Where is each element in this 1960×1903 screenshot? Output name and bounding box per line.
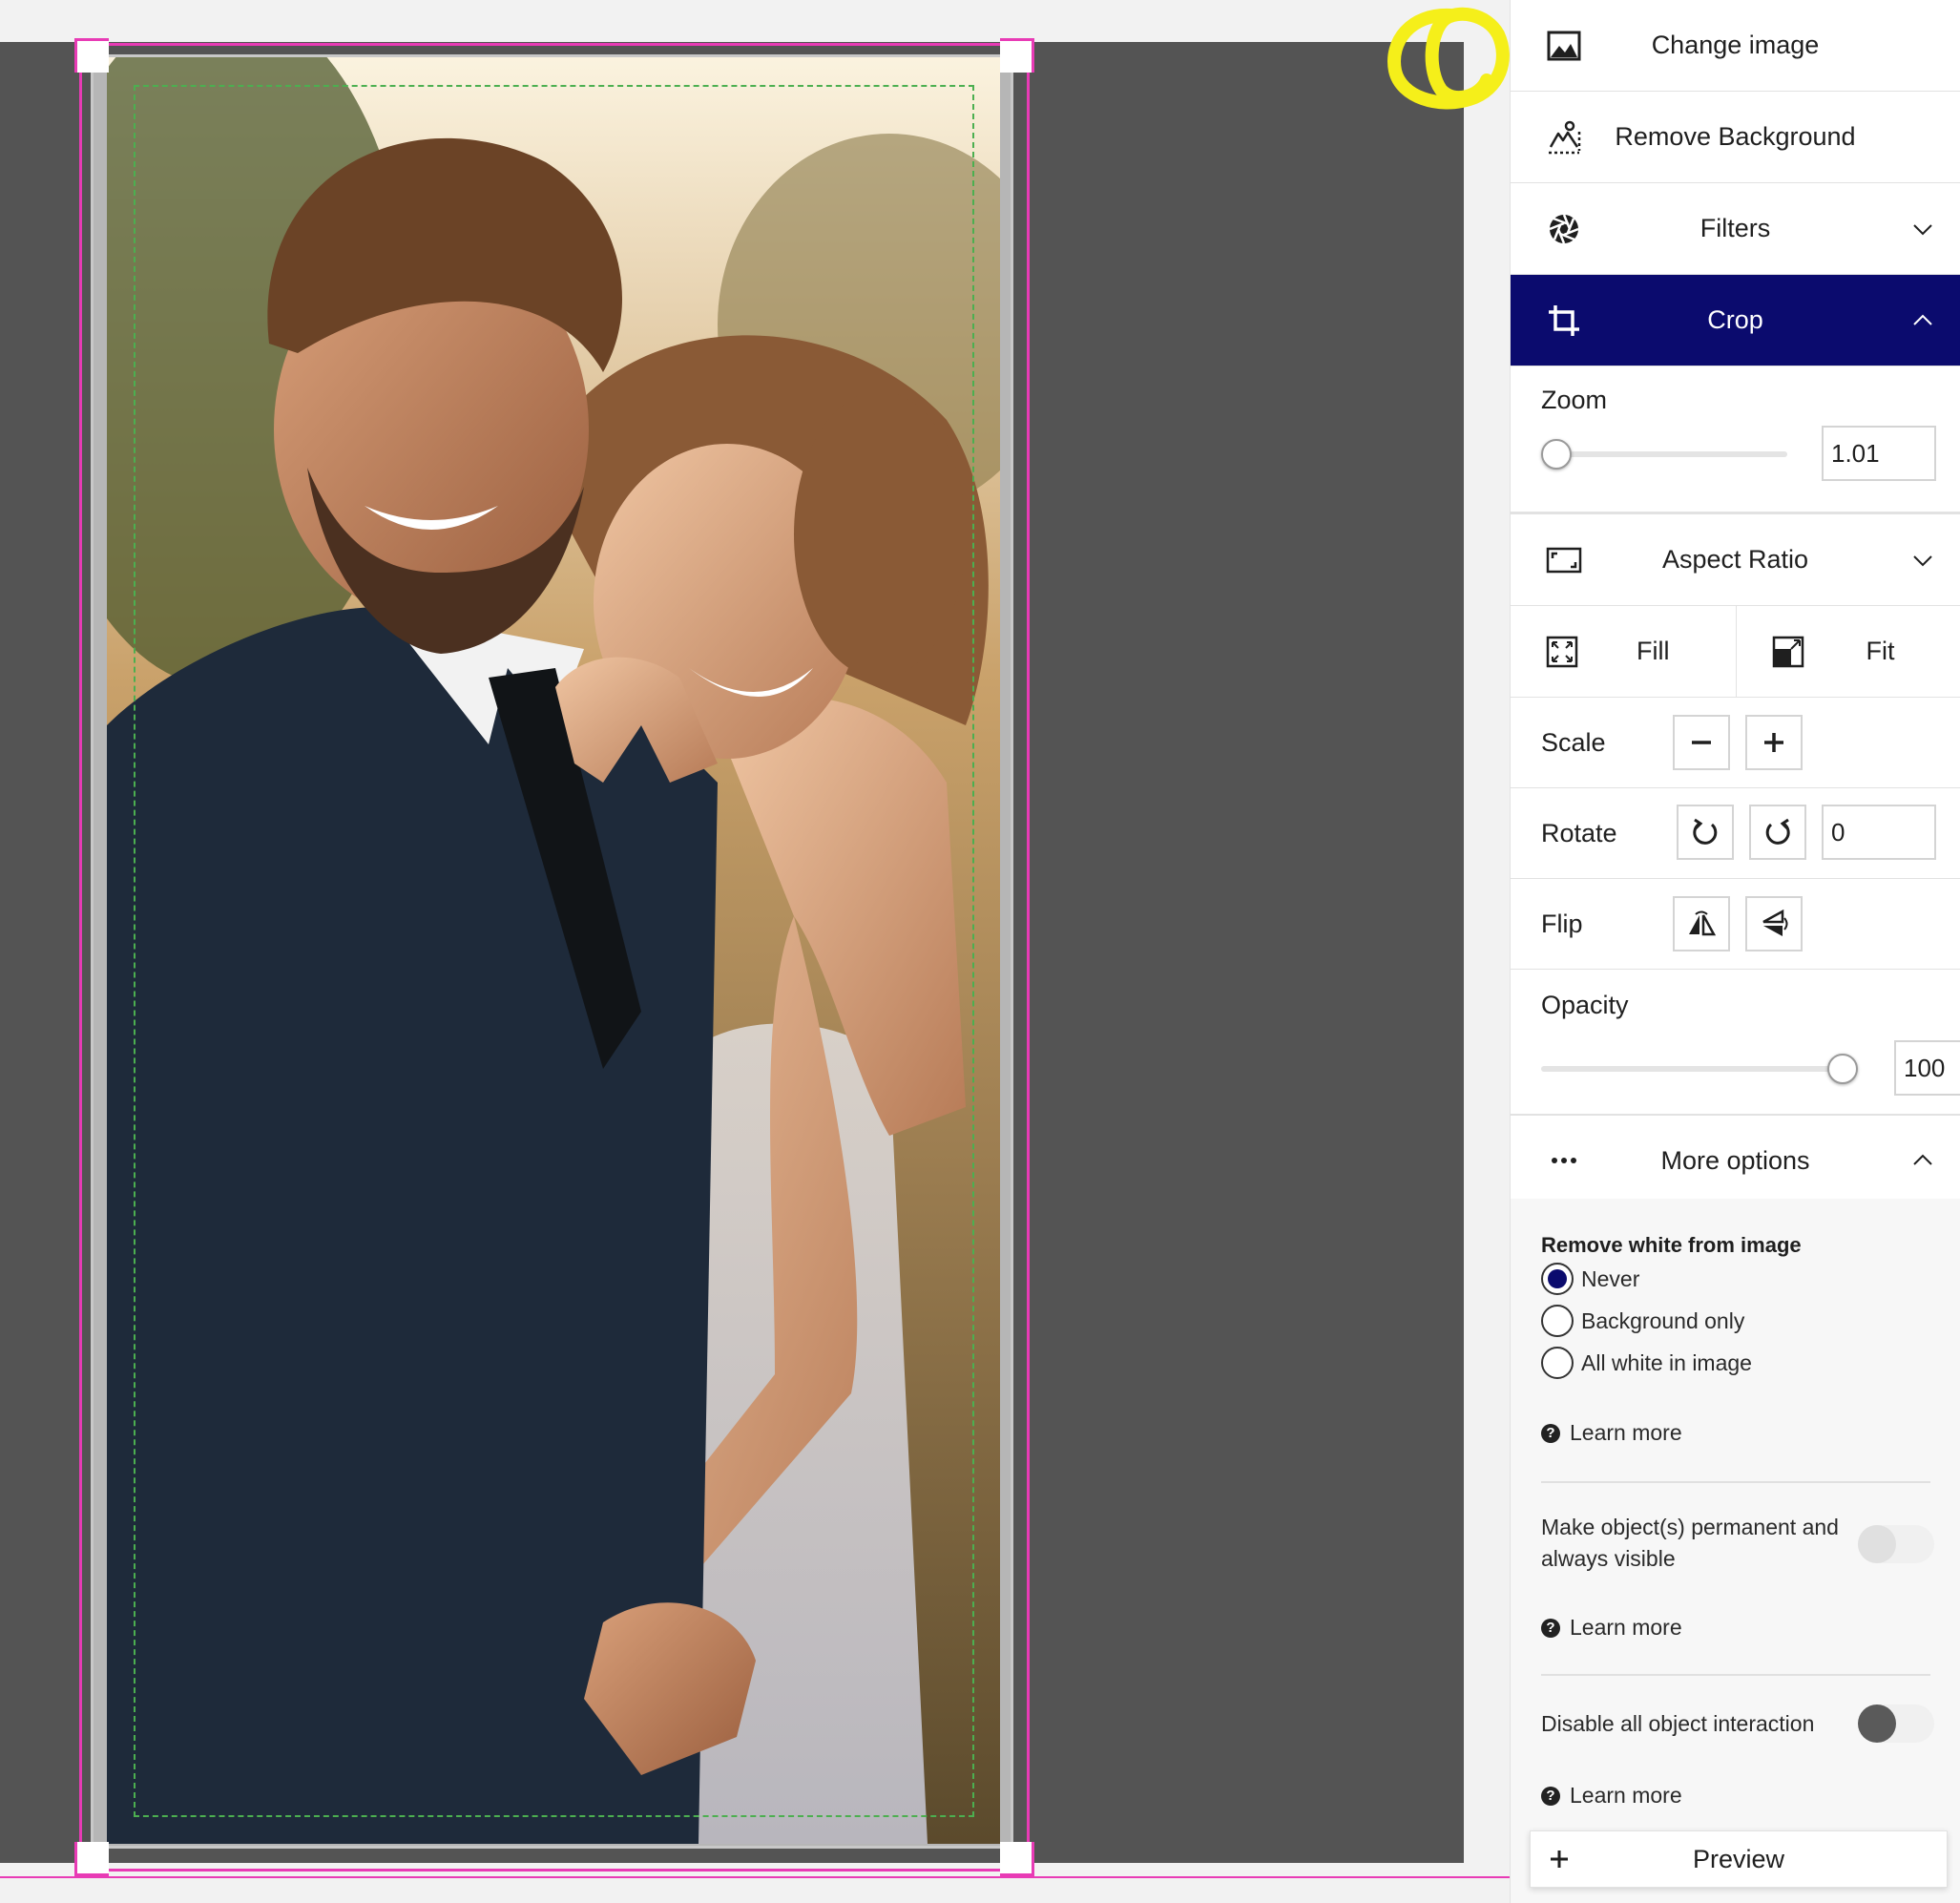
aspect-ratio-icon — [1545, 541, 1583, 579]
fill-label: Fill — [1637, 637, 1670, 665]
scale-down-button[interactable] — [1673, 715, 1730, 770]
resize-handle-bottom-right[interactable] — [1000, 1842, 1034, 1876]
section-divider — [1541, 1481, 1930, 1483]
chevron-up-icon — [1910, 308, 1935, 333]
plus-icon — [1758, 726, 1790, 759]
plus-icon — [1546, 1846, 1573, 1872]
filters-aperture-icon — [1545, 210, 1583, 248]
radio-never-label: Never — [1581, 1265, 1640, 1291]
radio-all-white[interactable]: All white in image — [1541, 1347, 1752, 1379]
disable-interaction-toggle-knob — [1858, 1704, 1896, 1743]
rotate-right-button[interactable] — [1749, 805, 1806, 860]
radio-dot-background-only[interactable] — [1541, 1305, 1574, 1337]
rotate-right-icon — [1762, 816, 1794, 848]
wedding-photo-illustration — [107, 57, 1000, 1844]
canvas-bottom-guide — [0, 1876, 1510, 1878]
flip-control: Flip — [1511, 879, 1960, 970]
radio-dot-never[interactable] — [1541, 1263, 1574, 1295]
resize-handle-top-right[interactable] — [1000, 38, 1034, 73]
fill-button[interactable]: Fill — [1511, 606, 1736, 697]
permanent-option-text: Make object(s) permanent and always visi… — [1541, 1512, 1839, 1575]
section-divider — [1541, 1674, 1930, 1676]
crop-accordion[interactable]: Crop — [1511, 275, 1960, 366]
rotate-label: Rotate — [1541, 818, 1617, 847]
chevron-down-icon — [1910, 548, 1935, 573]
opacity-slider-track[interactable] — [1541, 1066, 1858, 1072]
learn-more-label: Learn more — [1570, 1783, 1682, 1808]
radio-dot-all-white[interactable] — [1541, 1347, 1574, 1379]
crop-icon — [1545, 302, 1583, 340]
remove-white-title: Remove white from image — [1541, 1233, 1802, 1257]
image-settings-panel: Change image Remove Background Filters C… — [1510, 0, 1960, 1903]
learn-more-link-permanent[interactable]: ? Learn more — [1541, 1615, 1682, 1641]
more-dots-icon — [1545, 1141, 1583, 1180]
zoom-slider-track[interactable] — [1541, 451, 1787, 457]
selected-photo[interactable] — [107, 57, 1000, 1844]
scale-control: Scale — [1511, 698, 1960, 788]
resize-handle-top-left[interactable] — [74, 38, 109, 73]
radio-all-white-label: All white in image — [1581, 1349, 1752, 1375]
fill-fit-row: Fill Fit — [1511, 606, 1960, 698]
more-options-content: Remove white from image Never Background… — [1511, 1199, 1960, 1903]
zoom-control: Zoom 1.01 — [1511, 366, 1960, 514]
opacity-label: Opacity — [1541, 991, 1629, 1019]
chevron-up-icon — [1910, 1148, 1935, 1173]
filters-accordion[interactable]: Filters — [1511, 183, 1960, 275]
help-icon: ? — [1541, 1786, 1560, 1806]
disable-interaction-text: Disable all object interaction — [1541, 1711, 1815, 1736]
more-options-accordion[interactable]: More options — [1511, 1115, 1960, 1206]
image-icon — [1545, 27, 1583, 65]
design-canvas[interactable] — [0, 0, 1510, 1903]
zoom-label: Zoom — [1541, 386, 1608, 414]
highlight-annotation-mark — [1387, 7, 1510, 110]
radio-background-only-label: Background only — [1581, 1307, 1745, 1333]
fill-icon — [1545, 635, 1579, 669]
chevron-down-icon — [1910, 217, 1935, 241]
preview-label: Preview — [1692, 1844, 1785, 1873]
rotate-left-icon — [1689, 816, 1721, 848]
help-icon: ? — [1541, 1618, 1560, 1638]
zoom-slider-thumb[interactable] — [1541, 439, 1572, 470]
opacity-control: Opacity 100 — [1511, 970, 1960, 1115]
resize-handle-bottom-left[interactable] — [74, 1842, 109, 1876]
flip-horizontal-icon — [1685, 908, 1718, 940]
flip-label: Flip — [1541, 909, 1583, 938]
change-image-button[interactable]: Change image — [1511, 0, 1960, 92]
scale-up-button[interactable] — [1745, 715, 1803, 770]
disable-interaction-toggle[interactable] — [1858, 1704, 1934, 1743]
flip-vertical-icon — [1758, 908, 1790, 940]
flip-vertical-button[interactable] — [1745, 896, 1803, 952]
minus-icon — [1685, 726, 1718, 759]
preview-button[interactable]: Preview — [1530, 1830, 1948, 1888]
learn-more-label: Learn more — [1570, 1615, 1682, 1640]
permanent-line-1: Make object(s) permanent and — [1541, 1515, 1839, 1539]
aspect-ratio-accordion[interactable]: Aspect Ratio — [1511, 514, 1960, 606]
learn-more-label: Learn more — [1570, 1420, 1682, 1445]
help-icon: ? — [1541, 1423, 1560, 1443]
permanent-line-2: always visible — [1541, 1546, 1676, 1571]
fit-button[interactable]: Fit — [1735, 606, 1960, 697]
radio-never[interactable]: Never — [1541, 1263, 1639, 1295]
zoom-value-input[interactable]: 1.01 — [1822, 426, 1936, 481]
permanent-toggle[interactable] — [1858, 1525, 1934, 1563]
remove-background-button[interactable]: Remove Background — [1511, 92, 1960, 183]
learn-more-link-remove-white[interactable]: ? Learn more — [1541, 1420, 1682, 1446]
rotate-value-input[interactable]: 0 — [1822, 805, 1936, 860]
scale-label: Scale — [1541, 727, 1606, 757]
flip-horizontal-button[interactable] — [1673, 896, 1730, 952]
remove-background-icon — [1545, 118, 1583, 157]
opacity-value-input[interactable]: 100 — [1894, 1040, 1960, 1096]
fit-label: Fit — [1866, 637, 1895, 665]
rotate-control: Rotate 0 — [1511, 788, 1960, 879]
opacity-slider-thumb[interactable] — [1827, 1054, 1858, 1084]
radio-background-only[interactable]: Background only — [1541, 1305, 1744, 1337]
permanent-toggle-knob — [1858, 1525, 1896, 1563]
fit-icon — [1771, 635, 1805, 669]
learn-more-link-interaction[interactable]: ? Learn more — [1541, 1783, 1682, 1809]
rotate-left-button[interactable] — [1677, 805, 1734, 860]
